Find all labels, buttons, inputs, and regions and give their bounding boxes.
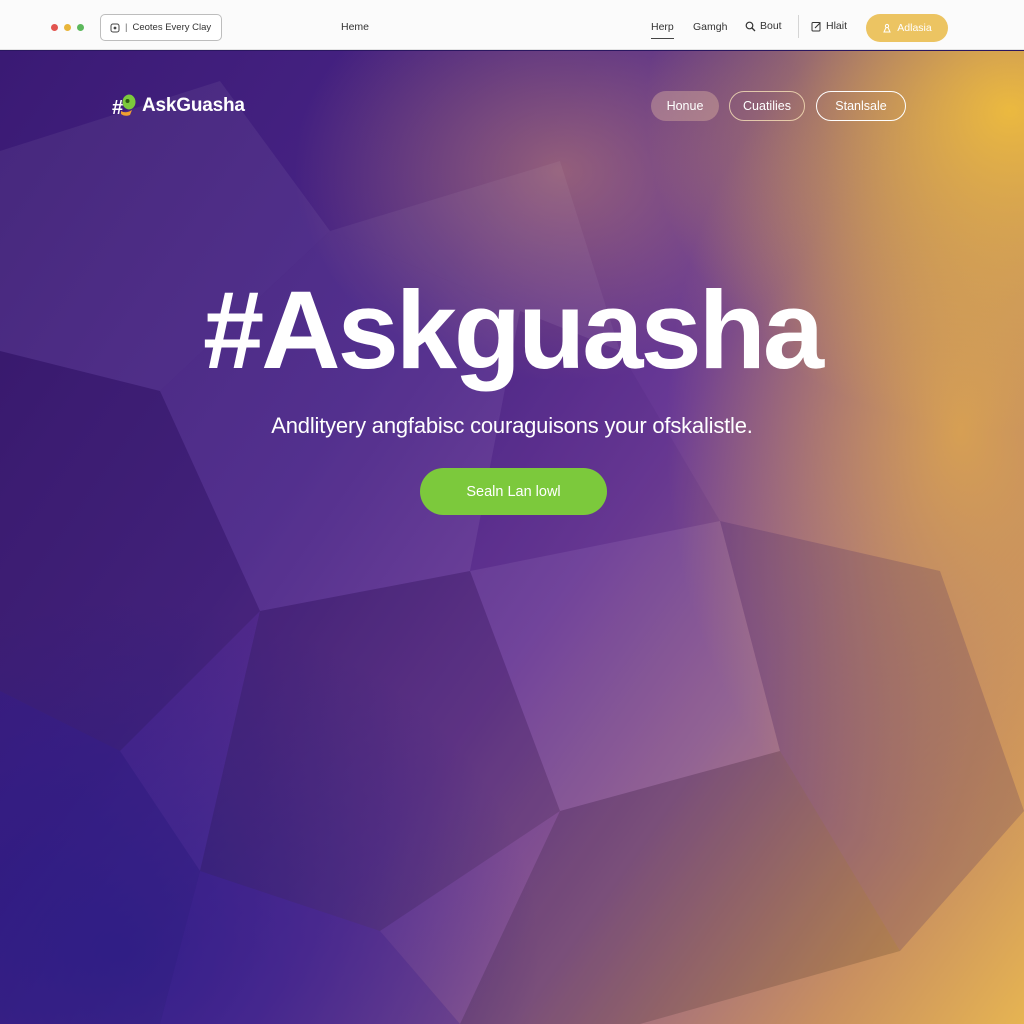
maximize-window-button[interactable] — [77, 24, 84, 31]
window-controls — [51, 24, 84, 31]
hero-section: # AskGuasha Honue Cuatilies Stanlsale #A… — [0, 51, 1024, 1024]
nav-cuatilies[interactable]: Cuatilies — [729, 91, 805, 121]
toolbar-divider — [798, 15, 799, 38]
edit-label: Hlait — [826, 20, 848, 32]
hero-cta-button[interactable]: Sealn Lan lowl — [420, 468, 607, 515]
search-button[interactable]: Bout — [745, 20, 782, 32]
user-icon — [883, 23, 892, 33]
browser-toolbar: | Ceotes Every Clay Heme Herp Gamgh Bout… — [0, 0, 1024, 50]
svg-text:#: # — [112, 97, 123, 119]
nav-stanlsale[interactable]: Stanlsale — [816, 91, 906, 121]
address-bar[interactable]: | Ceotes Every Clay — [100, 14, 222, 41]
search-label: Bout — [760, 20, 782, 32]
search-icon — [745, 21, 756, 31]
site-logo[interactable]: # AskGuasha — [112, 93, 245, 119]
logo-text: AskGuasha — [142, 95, 245, 116]
tab-help[interactable]: Herp — [651, 21, 674, 39]
close-window-button[interactable] — [51, 24, 58, 31]
minimize-window-button[interactable] — [64, 24, 71, 31]
edit-icon — [811, 21, 821, 31]
hero-background-pattern — [0, 81, 1024, 1024]
tab-home[interactable]: Heme — [341, 21, 369, 33]
address-text: Ceotes Every Clay — [132, 22, 212, 33]
toolbar-cta-button[interactable]: Adlasia — [866, 14, 948, 42]
lock-icon — [110, 23, 120, 32]
logo-icon: # — [112, 94, 136, 119]
nav-home[interactable]: Honue — [651, 91, 719, 121]
tab-graph[interactable]: Gamgh — [693, 21, 727, 33]
hero-subtitle: Andlityery angfabisc couraguisons your o… — [271, 413, 753, 438]
toolbar-cta-label: Adlasia — [897, 22, 932, 34]
edit-button[interactable]: Hlait — [811, 20, 847, 32]
address-separator: | — [125, 22, 128, 33]
hero-headline: #Askguasha — [202, 269, 824, 392]
